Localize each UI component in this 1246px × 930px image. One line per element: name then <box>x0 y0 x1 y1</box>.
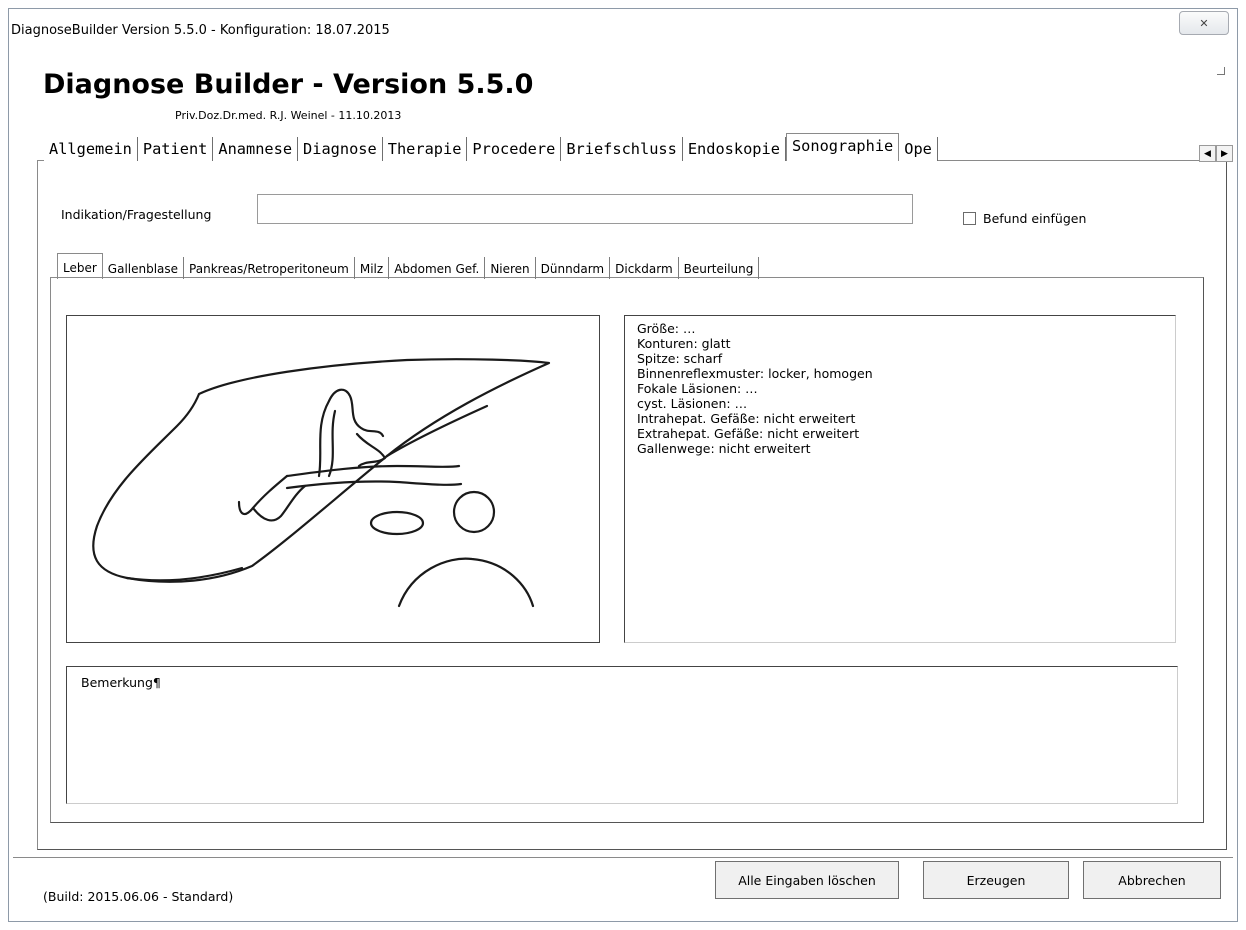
findings-line: Gallenwege: nicht erweitert <box>637 441 811 456</box>
remark-text-area[interactable]: Bemerkung¶ <box>66 666 1178 804</box>
befund-checkbox[interactable] <box>963 212 976 225</box>
subtab-leber[interactable]: Leber <box>57 253 103 279</box>
liver-sketch-drawing <box>92 358 551 608</box>
findings-line: Intrahepat. Gefäße: nicht erweitert <box>637 411 856 426</box>
main-window: DiagnoseBuilder Version 5.5.0 - Konfigur… <box>8 8 1238 922</box>
findings-text-area[interactable]: Größe: … Konturen: glatt Spitze: scharf … <box>624 315 1176 643</box>
findings-line: Spitze: scharf <box>637 351 723 366</box>
sub-tab-strip: Leber Gallenblase Pankreas/Retroperitone… <box>57 253 760 279</box>
dialog-content: Diagnose Builder - Version 5.5.0 Priv.Do… <box>13 49 1233 919</box>
build-info: (Build: 2015.06.06 - Standard) <box>43 889 234 904</box>
tab-diagnose[interactable]: Diagnose <box>298 137 383 161</box>
befund-checkbox-label: Befund einfügen <box>983 211 1087 226</box>
findings-line: Größe: … <box>637 321 696 336</box>
arrow-left-icon: ◀ <box>1204 148 1211 159</box>
tab-therapie[interactable]: Therapie <box>382 137 468 161</box>
findings-line: Extrahepat. Gefäße: nicht erweitert <box>637 426 860 441</box>
remark-text: Bemerkung¶ <box>81 675 161 690</box>
subtab-dickdarm[interactable]: Dickdarm <box>610 257 679 279</box>
tab-anamnese[interactable]: Anamnese <box>213 137 299 161</box>
title-bar: DiagnoseBuilder Version 5.5.0 - Konfigur… <box>9 9 1237 47</box>
clear-all-button[interactable]: Alle Eingaben löschen <box>715 861 899 899</box>
author-subtitle: Priv.Doz.Dr.med. R.J. Weinel - 11.10.201… <box>175 109 402 122</box>
subtab-gallenblase[interactable]: Gallenblase <box>103 257 185 279</box>
liver-sketch-image[interactable] <box>66 315 600 643</box>
tab-scroll-buttons: ◀ ▶ <box>1199 145 1233 162</box>
scroll-right-button[interactable]: ▶ <box>1216 145 1233 162</box>
tab-briefschluss[interactable]: Briefschluss <box>561 137 683 161</box>
close-icon: ✕ <box>1199 16 1209 30</box>
tab-sonographie[interactable]: Sonographie <box>785 133 900 161</box>
close-button[interactable]: ✕ <box>1179 11 1229 35</box>
indication-label: Indikation/Fragestellung <box>61 207 212 222</box>
scroll-left-button[interactable]: ◀ <box>1199 145 1216 162</box>
tab-endoskopie[interactable]: Endoskopie <box>682 137 786 161</box>
tab-procedere[interactable]: Procedere <box>467 137 562 161</box>
findings-line: Konturen: glatt <box>637 336 731 351</box>
subtab-beurteilung[interactable]: Beurteilung <box>679 257 760 279</box>
app-title: Diagnose Builder - Version 5.5.0 <box>43 69 534 100</box>
subtab-nieren[interactable]: Nieren <box>485 257 536 279</box>
subtab-abdomen-gef[interactable]: Abdomen Gef. <box>389 257 486 279</box>
befund-checkbox-row[interactable]: Befund einfügen <box>963 211 1086 226</box>
findings-line: cyst. Läsionen: … <box>637 396 748 411</box>
tab-ope[interactable]: Ope <box>899 137 938 161</box>
window-title: DiagnoseBuilder Version 5.5.0 - Konfigur… <box>11 23 390 38</box>
findings-line: Fokale Läsionen: … <box>637 381 758 396</box>
subtab-milz[interactable]: Milz <box>355 257 390 279</box>
subtab-pankreas[interactable]: Pankreas/Retroperitoneum <box>184 257 355 279</box>
generate-button[interactable]: Erzeugen <box>923 861 1069 899</box>
footer-divider <box>13 857 1233 858</box>
arrow-right-icon: ▶ <box>1221 148 1228 159</box>
cancel-button[interactable]: Abbrechen <box>1083 861 1221 899</box>
subtab-duenndarm[interactable]: Dünndarm <box>536 257 611 279</box>
tab-allgemein[interactable]: Allgemein <box>44 137 138 161</box>
resize-corner-icon <box>1217 67 1225 75</box>
findings-line: Binnenreflexmuster: locker, homogen <box>637 366 873 381</box>
tab-patient[interactable]: Patient <box>137 137 214 161</box>
main-tab-strip: Allgemein Patient Anamnese Diagnose Ther… <box>44 133 1234 161</box>
indication-input[interactable] <box>257 194 913 224</box>
